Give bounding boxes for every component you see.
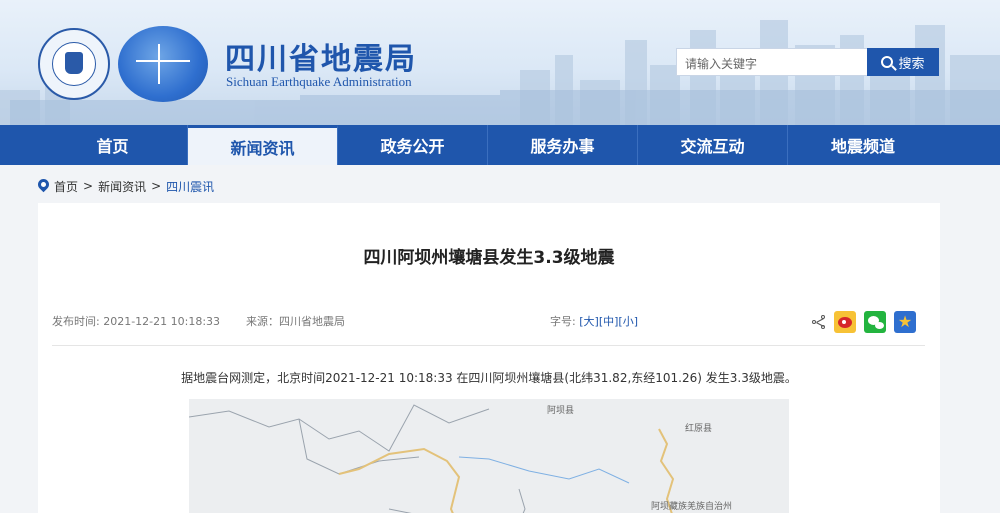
- breadcrumb-separator: >: [151, 179, 162, 193]
- nav-item-services[interactable]: 服务办事: [488, 125, 638, 165]
- article-title: 四川阿坝州壤塘县发生3.3级地震: [363, 248, 615, 268]
- nav-item-earthquake-channel[interactable]: 地震频道: [788, 125, 938, 165]
- star-icon[interactable]: ★: [894, 311, 916, 333]
- breadcrumb: 首页 > 新闻资讯 > 四川震讯: [38, 178, 214, 194]
- wechat-icon[interactable]: [864, 311, 886, 333]
- map-boundaries: [189, 399, 789, 513]
- share-bar: ★: [812, 311, 916, 333]
- map-label-aba: 阿坝县: [547, 406, 575, 416]
- publish-time: 发布时间: 2021-12-21 10:18:33: [52, 315, 221, 328]
- search-input[interactable]: 请输入关键字: [676, 48, 868, 76]
- font-size-switcher: 字号: [大][中][小]: [550, 313, 638, 329]
- share-icon[interactable]: [812, 315, 826, 329]
- site-header: 四川省地震局 Sichuan Earthquake Administration…: [0, 0, 1000, 125]
- breadcrumb-separator: >: [83, 179, 94, 193]
- nav-item-news[interactable]: 新闻资讯: [188, 125, 338, 165]
- breadcrumb-home[interactable]: 首页: [54, 178, 78, 195]
- nav-item-interaction[interactable]: 交流互动: [638, 125, 788, 165]
- cea-emblem-logo: [38, 28, 110, 100]
- search-icon: [881, 56, 894, 68]
- article-paragraph: 据地震台网测定，北京时间2021-12-21 10:18:33 在四川阿坝州壤塘…: [181, 371, 797, 385]
- site-title: 四川省地震局: [225, 42, 417, 77]
- map-label-hongyuan: 红原县: [685, 424, 713, 434]
- breadcrumb-news[interactable]: 新闻资讯: [98, 178, 146, 195]
- location-pin-icon: [38, 179, 49, 193]
- breadcrumb-current[interactable]: 四川震讯: [166, 178, 214, 195]
- article-card: 四川阿坝州壤塘县发生3.3级地震 发布时间: 2021-12-21 10:18:…: [38, 203, 940, 513]
- font-size-medium[interactable]: [中]: [599, 315, 619, 328]
- nav-item-home[interactable]: 首页: [38, 125, 188, 165]
- site-subtitle: Sichuan Earthquake Administration: [226, 74, 412, 89]
- sichuan-earthquake-logo: [118, 26, 208, 102]
- article-meta: 发布时间: 2021-12-21 10:18:33 来源：四川省地震局: [52, 313, 371, 329]
- main-nav: 首页 新闻资讯 政务公开 服务办事 交流互动 地震频道: [0, 125, 1000, 165]
- font-size-large[interactable]: [大]: [579, 315, 599, 328]
- search-button[interactable]: 搜索: [867, 48, 939, 76]
- meta-divider: [52, 345, 925, 346]
- search-button-label: 搜索: [898, 56, 925, 72]
- map-label-aba-prefecture: 阿坝藏族羌族自治州: [651, 502, 733, 512]
- article-source: 来源：四川省地震局: [246, 315, 346, 328]
- font-size-label: 字号:: [550, 315, 576, 328]
- weibo-icon[interactable]: [834, 311, 856, 333]
- font-size-small[interactable]: [小]: [618, 315, 638, 328]
- nav-item-government[interactable]: 政务公开: [338, 125, 488, 165]
- epicenter-map[interactable]: 阿坝县 红原县 阿坝藏族羌族自治州: [189, 399, 789, 513]
